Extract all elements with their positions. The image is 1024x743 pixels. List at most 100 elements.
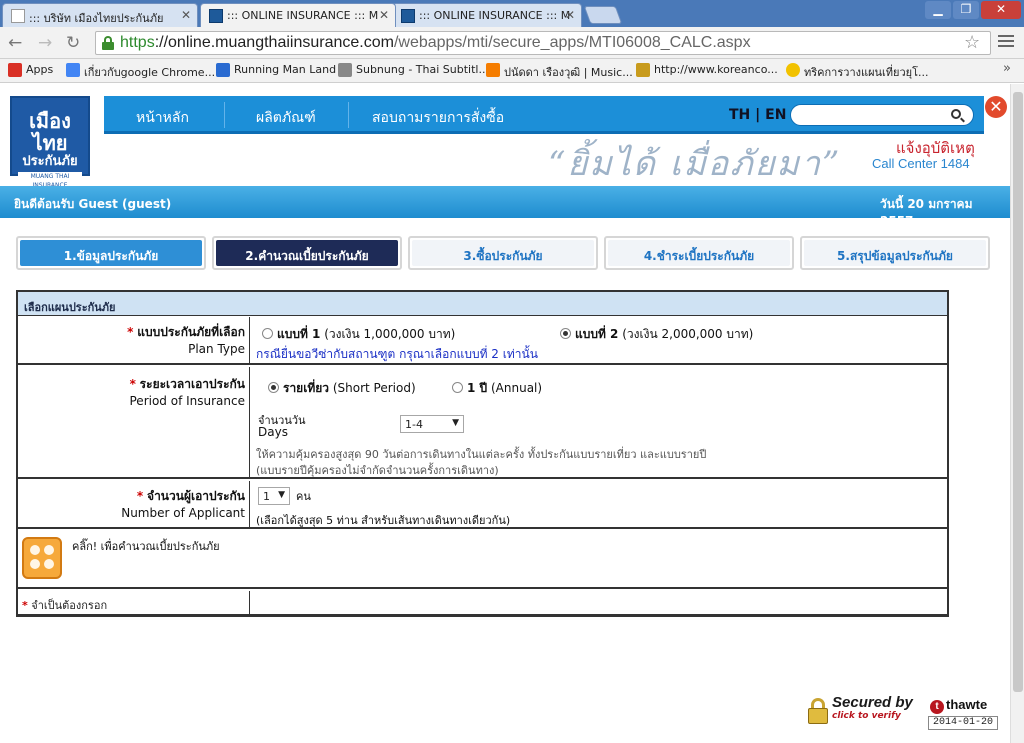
tab-title: ::: ONLINE INSURANCE ::: M — [419, 9, 571, 22]
calculate-premium-link[interactable]: คลิ๊ก! เพื่อคำนวณเบี้ยประกันภัย — [72, 537, 220, 555]
bookmarks-bar: Apps เกี่ยวกับgoogle Chrome... Running M… — [0, 59, 1024, 83]
call-center: Call Center 1484 — [872, 156, 970, 171]
bookmark-star-icon[interactable]: ☆ — [964, 32, 980, 53]
plan-2-radio[interactable] — [560, 328, 571, 339]
nav-products[interactable]: ผลิตภัณฑ์ — [256, 107, 316, 129]
minimize-button[interactable]: ▁ — [925, 1, 951, 19]
chrome-menu-icon[interactable] — [998, 35, 1014, 49]
maximize-button[interactable]: ❐ — [953, 1, 979, 19]
plan-1-option[interactable]: แบบที่ 1 (วงเงิน 1,000,000 บาท) — [262, 325, 455, 344]
bookmark-apps[interactable]: Apps — [8, 63, 53, 77]
period-label-en: Period of Insurance — [129, 394, 246, 408]
browser-tab-3[interactable]: ::: ONLINE INSURANCE ::: M ✕ — [392, 3, 582, 27]
slogan: “ยิ้มได้ เมื่อภัยมา” — [548, 144, 842, 184]
bookmark-subnung[interactable]: Subnung - Thai Subtitl... — [338, 63, 489, 77]
applicants-label-th: จำนวนผู้เอาประกัน — [147, 489, 245, 503]
annual-option[interactable]: 1 ปี (Annual) — [452, 379, 542, 398]
tab-title: ::: บริษัท เมืองไทยประกันภัย — [29, 12, 164, 25]
days-label-en: Days — [258, 425, 288, 439]
site-search — [790, 104, 974, 126]
short-period-radio[interactable] — [268, 382, 279, 393]
logo-text-line1: เมืองไทย — [29, 109, 71, 155]
bookmark-running-man[interactable]: Running Man Land — [216, 63, 336, 77]
search-input[interactable] — [801, 108, 941, 123]
chevron-down-icon: ▼ — [278, 490, 285, 500]
form-header: เลือกแผนประกันภัย — [18, 292, 947, 316]
bookmark-koreanco[interactable]: http://www.koreanco... — [636, 63, 778, 77]
tab-close-icon[interactable]: ✕ — [565, 8, 575, 22]
welcome-bar: ยินดีต้อนรับ Guest (guest) วันนี้ 20 มกร… — [0, 186, 1010, 228]
bookmark-europe-trip[interactable]: ทริคการวางแผนเที่ยวยุโ... — [786, 63, 929, 81]
muangthai-logo[interactable]: เมืองไทย ประกันภัย MUANG THAI INSURANCE — [10, 96, 90, 190]
blogger-icon — [486, 63, 500, 77]
applicants-label-en: Number of Applicant — [121, 506, 245, 520]
logo-text-line2: ประกันภัย — [22, 154, 78, 169]
more-bookmarks-icon[interactable]: » — [1003, 61, 1011, 76]
vertical-scrollbar[interactable] — [1010, 84, 1024, 743]
calculator-icon[interactable] — [22, 537, 62, 579]
bookmark-music[interactable]: ปนัดดา เรืองวุฒิ | Music... — [486, 63, 633, 81]
required-row: * จำเป็นต้องกรอก — [18, 591, 947, 615]
step-3-buy-insurance[interactable]: 3.ซื้อประกันภัย — [408, 236, 598, 270]
welcome-greeting: ยินดีต้อนรับ Guest (guest) — [14, 197, 172, 211]
bookmark-google[interactable]: เกี่ยวกับgoogle Chrome... — [66, 63, 215, 81]
apps-grid-icon — [8, 63, 22, 77]
applicants-note: (เลือกได้สูงสุด 5 ท่าน สำหรับเส้นทางเดิน… — [256, 514, 511, 527]
step-2-calculate-premium[interactable]: 2.คำนวณเบี้ยประกันภัย — [212, 236, 402, 270]
crown-icon — [636, 63, 650, 77]
days-select[interactable]: 1-4 ▼ — [400, 415, 464, 433]
muangthai-icon — [401, 9, 415, 23]
plan-type-label-en: Plan Type — [188, 342, 245, 356]
main-nav: หน้าหลัก ผลิตภัณฑ์ สอบถามรายการสั่งซื้อ … — [104, 96, 984, 134]
tab-close-icon[interactable]: ✕ — [379, 8, 389, 22]
new-tab-button[interactable] — [583, 6, 623, 24]
required-note: จำเป็นต้องกรอก — [31, 599, 108, 612]
short-period-option[interactable]: รายเที่ยว (Short Period) — [268, 379, 416, 398]
applicants-select[interactable]: 1 ▼ — [258, 487, 290, 505]
nav-home[interactable]: หน้าหลัก — [136, 107, 189, 129]
today-date: วันนี้ 20 มกราคม 2557 — [880, 197, 973, 228]
url-text: https://online.muangthaiinsurance.com/we… — [120, 34, 751, 51]
window-close-button[interactable]: ✕ — [981, 1, 1021, 19]
step-4-pay-premium[interactable]: 4.ชำระเบี้ยประกันภัย — [604, 236, 794, 270]
thawte-brand: t thawte — [930, 697, 987, 714]
address-bar[interactable]: https://online.muangthaiinsurance.com/we… — [95, 31, 991, 55]
seal-date: 2014-01-20 — [928, 716, 998, 730]
step-5-summary[interactable]: 5.สรุปข้อมูลประกันภัย — [800, 236, 990, 270]
thawte-seal[interactable]: Secured by click to verify t thawte 2014-… — [808, 694, 1000, 734]
secure-lock-icon — [102, 36, 114, 50]
page-icon — [11, 9, 25, 23]
seal-secured-text: Secured by — [832, 694, 913, 711]
step-1-insurance-info[interactable]: 1.ข้อมูลประกันภัย — [16, 236, 206, 270]
nav-order-inquiry[interactable]: สอบถามรายการสั่งซื้อ — [372, 107, 504, 129]
annual-radio[interactable] — [452, 382, 463, 393]
browser-tabstrip: ::: บริษัท เมืองไทยประกันภัย ✕ ::: ONLIN… — [0, 0, 1024, 27]
progress-steps: 1.ข้อมูลประกันภัย 2.คำนวณเบี้ยประกันภัย … — [16, 236, 996, 272]
tab-title: ::: ONLINE INSURANCE ::: M — [227, 9, 379, 22]
back-arrow-icon[interactable]: ← — [8, 33, 22, 53]
film-icon — [338, 63, 352, 77]
chevron-down-icon: ▼ — [452, 418, 459, 428]
plan-type-label-th: แบบประกันภัยที่เลือก — [137, 325, 245, 339]
web-page: เมืองไทย ประกันภัย MUANG THAI INSURANCE … — [0, 84, 1010, 743]
scrollbar-thumb[interactable] — [1013, 92, 1023, 692]
language-switch[interactable]: TH | EN — [729, 107, 786, 123]
forward-arrow-icon[interactable]: → — [38, 33, 52, 53]
seal-click-text: click to verify — [832, 711, 901, 721]
tab-close-icon[interactable]: ✕ — [181, 8, 191, 22]
applicants-row: * จำนวนผู้เอาประกัน Number of Applicant … — [18, 481, 947, 529]
applicants-unit: คน — [296, 490, 311, 503]
browser-tab-2[interactable]: ::: ONLINE INSURANCE ::: M ✕ — [200, 3, 396, 27]
reload-icon[interactable]: ↻ — [66, 33, 80, 53]
period-row: * ระยะเวลาเอาประกัน Period of Insurance … — [18, 367, 947, 479]
x-logo-icon — [216, 63, 230, 77]
annual-note: (แบบรายปีคุ้มครองไม่จำกัดจำนวนครั้งการเด… — [256, 464, 499, 477]
calculate-row: คลิ๊ก! เพื่อคำนวณเบี้ยประกันภัย — [18, 531, 947, 589]
padlock-icon — [808, 698, 828, 726]
search-icon[interactable] — [951, 109, 961, 119]
browser-tab-1[interactable]: ::: บริษัท เมืองไทยประกันภัย ✕ — [2, 3, 198, 27]
plan-1-radio[interactable] — [262, 328, 273, 339]
plan-2-option[interactable]: แบบที่ 2 (วงเงิน 2,000,000 บาท) — [560, 325, 753, 344]
muangthai-icon — [209, 9, 223, 23]
close-icon[interactable]: ✕ — [985, 96, 1007, 118]
